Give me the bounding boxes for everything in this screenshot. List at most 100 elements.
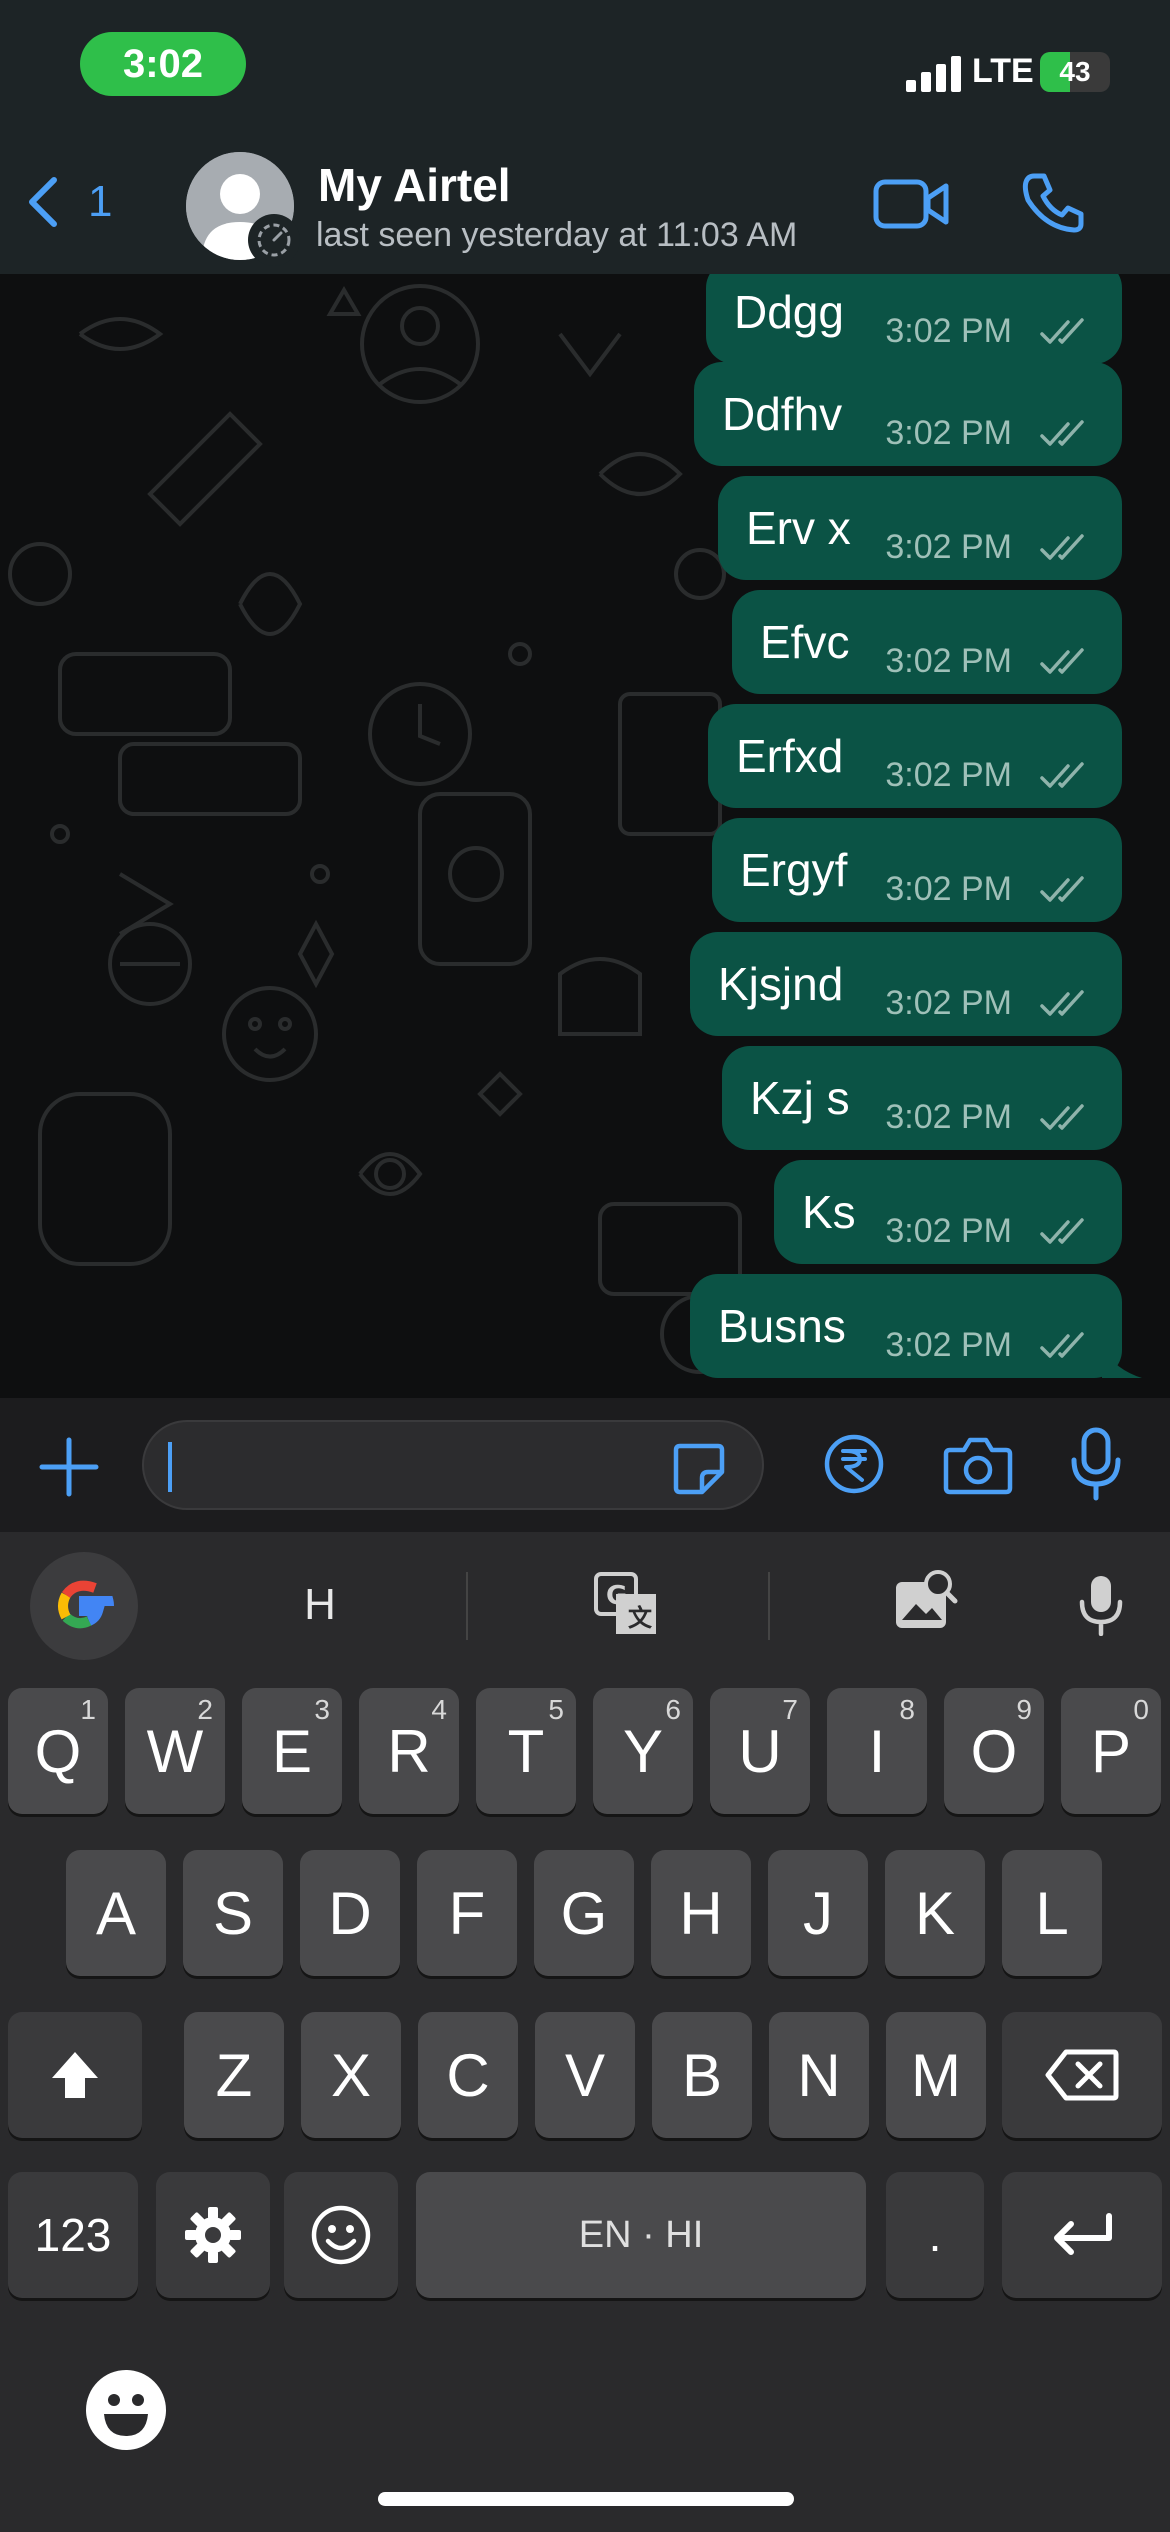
enter-key[interactable] [1002, 2172, 1162, 2298]
lens-button[interactable] [892, 1568, 958, 1639]
voice-message-button[interactable] [1066, 1426, 1126, 1507]
key-j[interactable]: J [768, 1850, 868, 1976]
key-w[interactable]: W2 [125, 1688, 225, 1814]
message-bubble[interactable]: Ddfhv 3:02 PM [694, 362, 1122, 466]
key-label: O [970, 1717, 1018, 1785]
key-p[interactable]: P0 [1061, 1688, 1161, 1814]
key-c[interactable]: C [418, 2012, 518, 2138]
key-label: S [212, 1879, 254, 1947]
google-button[interactable] [30, 1552, 138, 1660]
contact-name[interactable]: My Airtel [318, 158, 511, 212]
key-number-hint: 8 [899, 1694, 915, 1725]
battery-icon: 43 [1040, 52, 1110, 92]
space-key[interactable]: EN · HI [416, 2172, 866, 2298]
voice-input-button[interactable] [1078, 1574, 1124, 1641]
video-call-button[interactable] [872, 174, 952, 239]
double-check-icon [1040, 990, 1084, 1016]
suggestion-word[interactable]: H [280, 1580, 360, 1630]
text-cursor [168, 1442, 172, 1492]
message-text: Ks [802, 1186, 856, 1238]
backspace-icon [1045, 2049, 1119, 2101]
camera-button[interactable] [942, 1434, 1014, 1501]
message-bubble[interactable]: Erfxd 3:02 PM [708, 704, 1122, 808]
message-text: Ddgg [734, 286, 844, 338]
chat-messages-area[interactable]: Ddgg 3:02 PM Ddfhv 3:02 PM Erv x 3:02 PM Efvc 3… [0, 274, 1170, 1398]
key-label: L [1035, 1879, 1069, 1947]
double-check-icon [1040, 1104, 1084, 1130]
message-text: Erv x [746, 502, 851, 554]
message-bubble[interactable]: Ergyf 3:02 PM [712, 818, 1122, 922]
gear-icon [185, 2207, 241, 2263]
key-b[interactable]: B [652, 2012, 752, 2138]
payment-button[interactable] [822, 1432, 886, 1501]
key-d[interactable]: D [300, 1850, 400, 1976]
message-bubble[interactable]: Kjsjnd 3:02 PM [690, 932, 1122, 1036]
attach-button[interactable] [36, 1434, 102, 1500]
home-indicator[interactable] [378, 2492, 794, 2506]
key-label: V [564, 2041, 606, 2109]
key-g[interactable]: G [534, 1850, 634, 1976]
phone-icon [1022, 173, 1084, 233]
key-i[interactable]: I8 [827, 1688, 927, 1814]
key-e[interactable]: E3 [242, 1688, 342, 1814]
key-f[interactable]: F [417, 1850, 517, 1976]
key-label: X [330, 2041, 372, 2109]
bubble-tail [1102, 1348, 1142, 1378]
key-l[interactable]: L [1002, 1850, 1102, 1976]
message-bubble[interactable]: Kzj s 3:02 PM [722, 1046, 1122, 1150]
key-u[interactable]: U7 [710, 1688, 810, 1814]
period-key[interactable]: . [886, 2172, 984, 2298]
key-m[interactable]: M [886, 2012, 986, 2138]
message-bubble[interactable]: Ddgg 3:02 PM [706, 274, 1122, 364]
key-s[interactable]: S [183, 1850, 283, 1976]
translate-button[interactable]: G文 [592, 1570, 660, 1643]
key-t[interactable]: T5 [476, 1688, 576, 1814]
message-text: Busns [718, 1300, 846, 1352]
emoji-key[interactable] [284, 2172, 398, 2298]
message-input[interactable] [142, 1420, 764, 1510]
return-icon [1054, 2213, 1112, 2255]
key-a[interactable]: A [66, 1850, 166, 1976]
key-label: G [560, 1879, 608, 1947]
message-bubble[interactable]: Erv x 3:02 PM [718, 476, 1122, 580]
double-check-icon [1040, 1332, 1084, 1358]
message-bubble[interactable]: Busns 3:02 PM [690, 1274, 1142, 1378]
key-n[interactable]: N [769, 2012, 869, 2138]
status-time: 3:02 [80, 32, 246, 96]
key-label: E [271, 1717, 313, 1785]
double-check-icon [1040, 762, 1084, 788]
backspace-key[interactable] [1002, 2012, 1162, 2138]
message-bubble[interactable]: Efvc 3:02 PM [732, 590, 1122, 694]
message-bubble[interactable]: Ks 3:02 PM [774, 1160, 1122, 1264]
emoji-switch-button[interactable] [84, 2368, 168, 2452]
key-r[interactable]: R4 [359, 1688, 459, 1814]
key-v[interactable]: V [535, 2012, 635, 2138]
shift-key[interactable] [8, 2012, 142, 2138]
contact-last-seen: last seen yesterday at 11:03 AM [316, 216, 798, 254]
key-label: Z [215, 2041, 253, 2109]
voice-call-button[interactable] [1020, 170, 1086, 241]
message-time: 3:02 PM [885, 870, 1012, 908]
sticker-button[interactable] [670, 1440, 728, 1498]
key-y[interactable]: Y6 [593, 1688, 693, 1814]
key-h[interactable]: H [651, 1850, 751, 1976]
key-z[interactable]: Z [184, 2012, 284, 2138]
key-k[interactable]: K [885, 1850, 985, 1976]
message-text: Efvc [760, 616, 850, 668]
key-label: W [146, 1717, 204, 1785]
settings-key[interactable] [156, 2172, 270, 2298]
message-time: 3:02 PM [885, 756, 1012, 794]
key-label: R [387, 1717, 431, 1785]
keyboard-bottom-bar [0, 2306, 1170, 2532]
key-x[interactable]: X [301, 2012, 401, 2138]
sticker-icon [673, 1443, 725, 1495]
suggestion-divider [466, 1572, 468, 1640]
key-q[interactable]: Q1 [8, 1688, 108, 1814]
numbers-key[interactable]: 123 [8, 2172, 138, 2298]
message-time: 3:02 PM [885, 1212, 1012, 1250]
suggestion-divider [768, 1572, 770, 1640]
key-o[interactable]: O9 [944, 1688, 1044, 1814]
back-button[interactable]: 1 [22, 174, 112, 230]
shift-icon [52, 2052, 98, 2098]
key-label: Y [622, 1717, 664, 1785]
